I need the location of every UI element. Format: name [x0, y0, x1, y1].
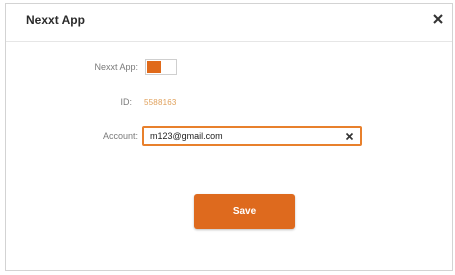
dialog-title: Nexxt App — [26, 13, 85, 27]
account-input[interactable]: m123@gmail.com — [142, 126, 362, 146]
account-label: Account: — [102, 131, 138, 141]
close-icon[interactable] — [431, 12, 445, 26]
nexxt-app-toggle[interactable] — [145, 59, 177, 75]
save-button[interactable]: Save — [194, 194, 295, 229]
nexxt-app-toggle-label: Nexxt App: — [94, 62, 138, 72]
id-label: ID: — [120, 97, 132, 107]
toggle-knob — [147, 61, 161, 73]
account-input-value: m123@gmail.com — [150, 131, 223, 141]
nexxt-app-dialog: Nexxt App Nexxt App: ID: 5588163 Account… — [5, 3, 453, 271]
id-value: 5588163 — [144, 98, 177, 107]
dialog-header: Nexxt App — [6, 4, 452, 42]
clear-icon[interactable] — [345, 132, 354, 141]
